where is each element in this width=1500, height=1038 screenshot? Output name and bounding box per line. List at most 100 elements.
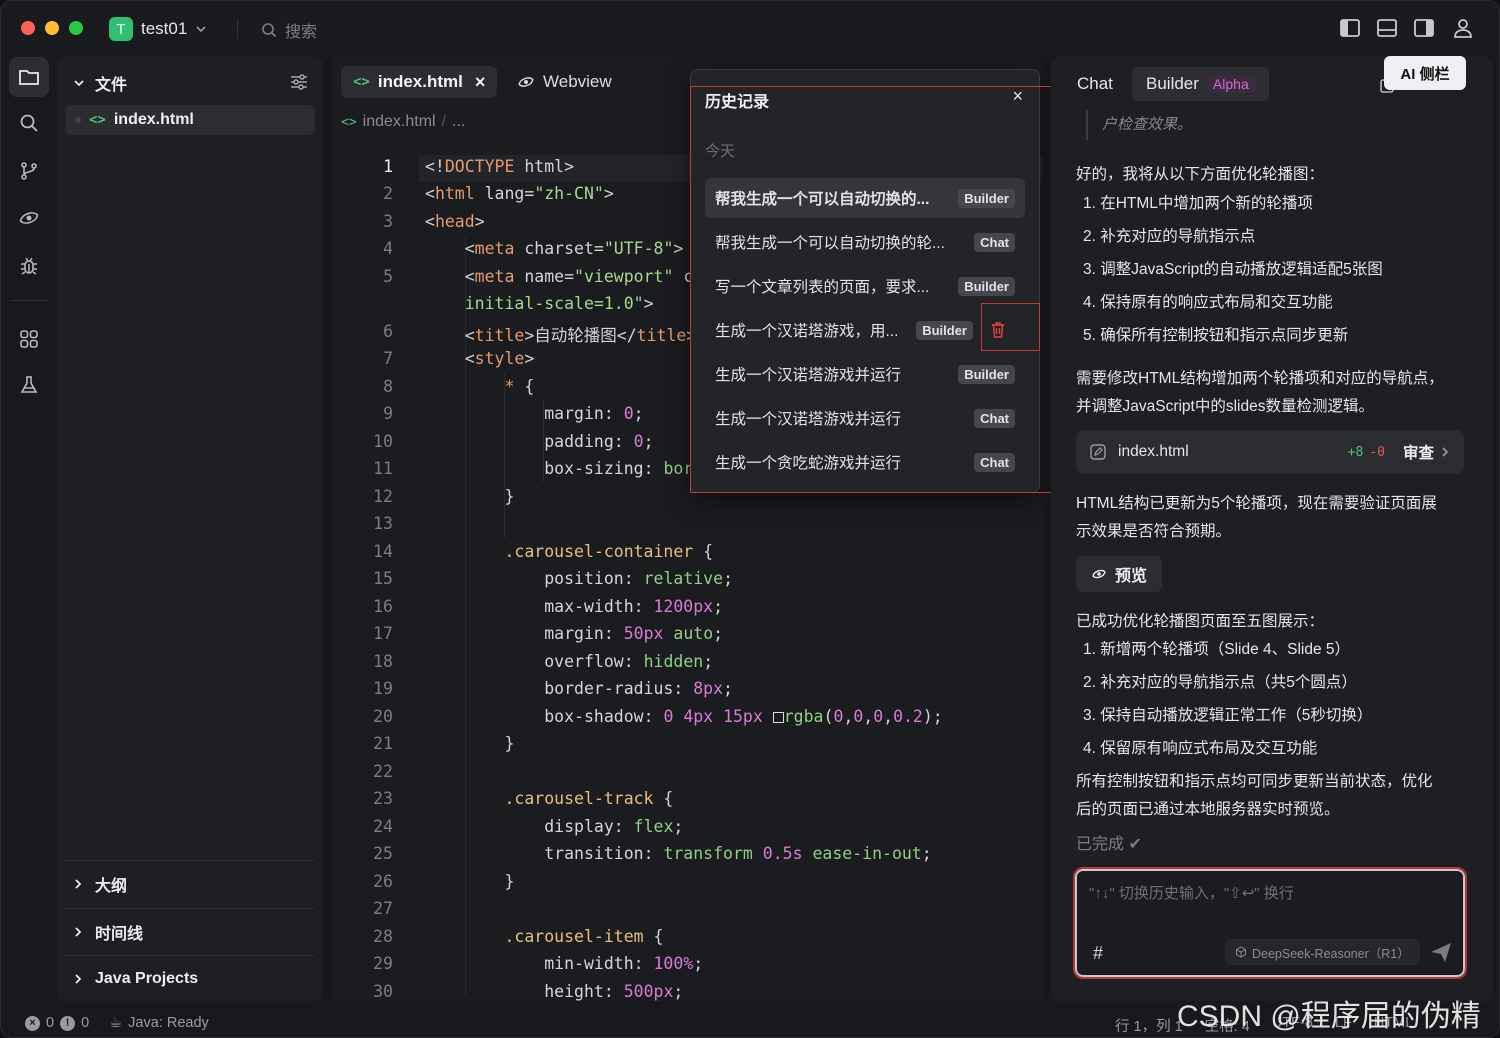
list-item: 3. 保持自动播放逻辑正常工作（5秒切换） xyxy=(1083,707,1373,724)
section-outline[interactable]: 大纲 xyxy=(65,860,315,906)
cursor-position[interactable]: 行 1，列 1 xyxy=(1115,1015,1183,1036)
tab-chat[interactable]: Chat xyxy=(1063,67,1127,101)
explorer-button[interactable] xyxy=(9,57,49,97)
line-number: 20 xyxy=(373,707,393,726)
line-number: 16 xyxy=(373,597,393,616)
project-switcher[interactable]: T test01 xyxy=(109,17,207,41)
zoom-window-button[interactable] xyxy=(69,21,83,35)
bug-icon xyxy=(21,257,37,275)
debug-button[interactable] xyxy=(9,246,49,286)
code-line: <head> xyxy=(425,212,485,231)
explorer-title: 文件 xyxy=(95,77,128,94)
code-icon: <> xyxy=(353,74,370,90)
toggle-left-panel-icon[interactable] xyxy=(1339,17,1361,39)
account-icon[interactable] xyxy=(1452,17,1474,39)
source-control-button[interactable] xyxy=(9,151,49,191)
breadcrumb-more[interactable]: ... xyxy=(452,113,465,131)
code-line: max-width: 1200px; xyxy=(544,597,724,616)
close-tab-icon[interactable]: × xyxy=(475,72,486,93)
preview-button[interactable] xyxy=(9,198,49,238)
tab-builder[interactable]: Builder Alpha xyxy=(1132,67,1269,101)
file-tree-item[interactable]: <> index.html xyxy=(65,105,315,135)
model-selector[interactable]: DeepSeek-Reasoner（R1） xyxy=(1225,939,1420,965)
line-number: 26 xyxy=(373,872,393,891)
message-line: 并调整JavaScript中的slides数量检测逻辑。 xyxy=(1076,398,1374,415)
toggle-right-panel-icon[interactable] xyxy=(1413,17,1435,39)
section-timeline[interactable]: 时间线 xyxy=(65,908,315,954)
line-number: 15 xyxy=(373,569,393,588)
file-name: index.html xyxy=(1118,443,1189,460)
list-item: 1. 在HTML中增加两个新的轮播项 xyxy=(1083,195,1313,212)
breadcrumb-file[interactable]: index.html xyxy=(363,113,436,131)
line-number: 11 xyxy=(373,459,393,478)
preview-button[interactable]: 预览 xyxy=(1076,556,1162,592)
file-change-card[interactable]: index.html +8 -0 审查 xyxy=(1076,430,1464,474)
section-label: Java Projects xyxy=(95,969,199,987)
chat-input[interactable]: "↑↓" 切换历史输入，"⇧↩" 换行 # DeepSeek-Reasoner（… xyxy=(1073,867,1467,979)
line-number: 17 xyxy=(373,624,393,643)
eye-icon xyxy=(19,212,39,224)
code-line: } xyxy=(425,872,515,891)
code-line: margin: 0; xyxy=(544,404,644,423)
code-line: <!DOCTYPE html> xyxy=(425,157,575,176)
java-status[interactable]: Java: Ready xyxy=(128,1015,209,1031)
search-icon xyxy=(262,23,277,38)
folder-icon xyxy=(19,70,39,85)
warning-count: 0 xyxy=(81,1015,90,1031)
code-line: padding: 0; xyxy=(544,432,654,451)
review-button[interactable]: 审查 xyxy=(1403,441,1434,463)
explorer-header[interactable]: 文件 xyxy=(73,71,127,95)
line-number: 29 xyxy=(373,954,393,973)
chevron-down-icon xyxy=(196,26,206,33)
line-number: 28 xyxy=(373,927,393,946)
tab-index-html[interactable]: <> index.html × xyxy=(341,66,498,98)
line-number: 18 xyxy=(373,652,393,671)
code-line: transition: transform 0.5s ease-in-out; xyxy=(544,844,932,863)
close-window-button[interactable] xyxy=(21,21,35,35)
divider xyxy=(237,19,238,39)
status-completed: 已完成 ✔ xyxy=(1076,830,1142,854)
problems-indicator[interactable]: × 0 ! 0 ☕ Java: Ready xyxy=(25,1015,209,1031)
send-icon[interactable] xyxy=(1429,941,1453,963)
code-icon: <> xyxy=(341,114,357,130)
line-number: 1 xyxy=(383,157,393,176)
search-button[interactable] xyxy=(9,103,49,143)
message-line: 示效果是否符合预期。 xyxy=(1076,523,1232,540)
code-line: box-shadow: 0 4px 15px rgba(0,0,0,0.2); xyxy=(544,707,943,726)
extensions-button[interactable] xyxy=(9,319,49,359)
section-java-projects[interactable]: Java Projects xyxy=(65,955,315,1001)
toggle-bottom-panel-icon[interactable] xyxy=(1376,17,1398,39)
section-label: 大纲 xyxy=(95,877,128,895)
tab-label: Chat xyxy=(1077,74,1113,93)
testing-button[interactable] xyxy=(9,365,49,405)
line-number: 6 xyxy=(383,322,393,341)
apps-icon xyxy=(20,330,38,348)
ai-panel: Chat Builder Alpha 户检查效果。 好的，我将从以下方面优化轮播… xyxy=(1051,57,1493,1001)
watermark: CSDN @程序届的伪精英 xyxy=(1177,1000,1481,1033)
sliders-icon[interactable] xyxy=(289,73,309,91)
line-number: 23 xyxy=(373,789,393,808)
code-line: border-radius: 8px; xyxy=(544,679,733,698)
lines-added: +8 xyxy=(1347,444,1364,460)
line-number: 25 xyxy=(373,844,393,863)
line-number: 22 xyxy=(373,762,393,781)
code-line: <html lang="zh-CN"> xyxy=(425,184,614,203)
global-search[interactable]: 搜索 xyxy=(261,18,317,42)
tab-label: Webview xyxy=(543,72,612,91)
project-badge: T xyxy=(109,17,133,41)
line-number: 12 xyxy=(373,487,393,506)
hash-icon[interactable]: # xyxy=(1093,943,1103,964)
check-icon: ✔ xyxy=(1128,836,1142,853)
input-placeholder: "↑↓" 切换历史输入，"⇧↩" 换行 xyxy=(1089,885,1294,902)
code-line: <meta charset="UTF-8"> xyxy=(425,239,684,258)
list-item: 2. 补充对应的导航指示点（共5个圆点） xyxy=(1083,674,1357,691)
breadcrumb: <> index.html / ... xyxy=(341,113,465,131)
line-number: 30 xyxy=(373,982,393,1001)
code-line: .carousel-track { xyxy=(504,789,674,808)
minimize-window-button[interactable] xyxy=(45,21,59,35)
edit-icon xyxy=(1090,444,1106,460)
message-line: 后的页面已通过本地服务器实时预览。 xyxy=(1076,801,1340,818)
line-number: 7 xyxy=(383,349,393,368)
chevron-right-icon xyxy=(75,973,82,984)
tab-webview[interactable]: Webview xyxy=(505,66,624,98)
